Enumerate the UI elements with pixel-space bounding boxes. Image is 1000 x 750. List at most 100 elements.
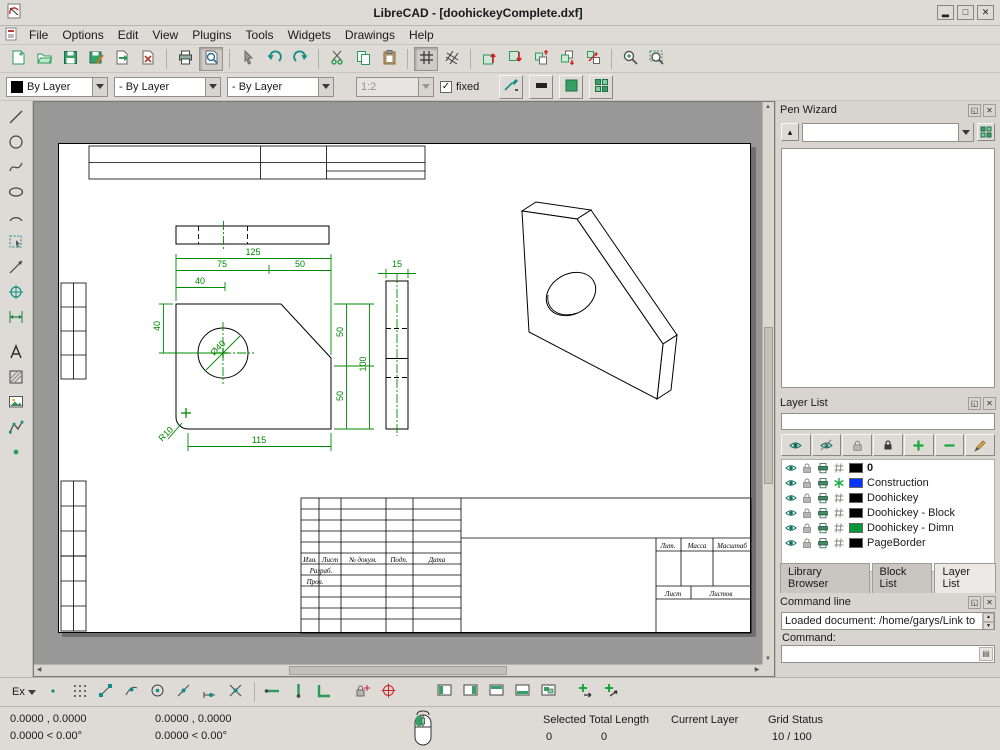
pen-wizard-combo[interactable] xyxy=(802,123,974,142)
set-relative-zero-button[interactable] xyxy=(377,680,401,704)
pen-preview-button[interactable] xyxy=(529,75,553,99)
text-tool-button[interactable] xyxy=(3,341,29,365)
layer-row[interactable]: Doohickey xyxy=(782,490,994,505)
insert-relative-point-button[interactable] xyxy=(575,680,599,704)
titlebar[interactable]: LibreCAD - [doohickeyComplete.dxf] ▂ □ ✕ xyxy=(0,0,1000,26)
history-spinner[interactable]: ▲▼ xyxy=(982,613,994,629)
close-dock-icon[interactable]: ✕ xyxy=(983,104,996,117)
layer-construction-icon[interactable] xyxy=(833,522,845,534)
layer-lock-icon[interactable] xyxy=(801,492,813,504)
polyline-tool-button[interactable] xyxy=(3,416,29,440)
ellipse-tool-button[interactable] xyxy=(3,181,29,205)
layer-lock-icon[interactable] xyxy=(801,477,813,489)
layer-visible-icon[interactable] xyxy=(785,462,797,474)
restrict-horizontal-button[interactable] xyxy=(261,680,285,704)
keyboard-icon[interactable]: ▤ xyxy=(979,647,993,661)
selection-pointer-button[interactable] xyxy=(236,47,260,71)
tab-layer-list[interactable]: Layer List xyxy=(934,563,996,593)
snap-intersection-button[interactable] xyxy=(224,680,248,704)
cut-button[interactable] xyxy=(325,47,349,71)
layer-lock-icon[interactable] xyxy=(801,507,813,519)
menu-view[interactable]: View xyxy=(145,27,185,43)
undo-button[interactable] xyxy=(262,47,286,71)
float-dock-icon[interactable]: ◱ xyxy=(968,596,981,609)
float-dock-icon[interactable]: ◱ xyxy=(968,104,981,117)
point-tool-button[interactable] xyxy=(3,441,29,465)
layer-construction-icon[interactable] xyxy=(833,507,845,519)
zoom-in-button[interactable] xyxy=(618,47,642,71)
drawing-canvas[interactable]: 125 75 50 40 40 115 50 50 100 15 Ø40 R10 xyxy=(34,102,764,666)
layer-color-swatch[interactable] xyxy=(849,508,863,518)
pen-linetype-combo[interactable]: - By Layer xyxy=(227,77,334,97)
spline-tool-button[interactable] xyxy=(3,156,29,180)
lock-relative-zero-button[interactable] xyxy=(351,680,375,704)
tab-block-list[interactable]: Block List xyxy=(872,563,933,593)
layer-construction-icon[interactable] xyxy=(833,492,845,504)
menu-widgets[interactable]: Widgets xyxy=(281,27,338,43)
command-input-field[interactable] xyxy=(782,646,979,662)
fixed-checkbox-group[interactable]: ✓ fixed xyxy=(440,81,479,93)
exclusive-snap-dropdown[interactable]: Ex xyxy=(8,682,40,702)
drawing-viewport[interactable]: 125 75 50 40 40 115 50 50 100 15 Ø40 R10 xyxy=(33,101,775,677)
layer-print-icon[interactable] xyxy=(817,462,829,474)
select-tool-button[interactable] xyxy=(3,231,29,255)
pen-wizard-list[interactable] xyxy=(781,148,995,388)
layer-print-icon[interactable] xyxy=(817,522,829,534)
hide-all-layers-button[interactable] xyxy=(812,434,842,456)
snap-free-button[interactable] xyxy=(42,680,66,704)
new-file-button[interactable] xyxy=(6,47,30,71)
restrict-orthogonal-button[interactable] xyxy=(313,680,337,704)
layer-row[interactable]: Doohickey - Dimn xyxy=(782,520,994,535)
copy-button[interactable] xyxy=(351,47,375,71)
snap-middle-button[interactable] xyxy=(172,680,196,704)
horizontal-scroll-thumb[interactable] xyxy=(289,666,507,675)
command-input[interactable]: ▤ xyxy=(781,645,995,663)
paste-button[interactable] xyxy=(377,47,401,71)
circle-tool-button[interactable] xyxy=(3,131,29,155)
toggle-top-dock-button[interactable] xyxy=(485,680,509,704)
command-history[interactable]: Loaded document: /home/garys/Link to ▲▼ xyxy=(781,612,995,630)
toggle-bottom-dock-button[interactable] xyxy=(511,680,535,704)
remove-layer-button[interactable] xyxy=(935,434,965,456)
menu-drawings[interactable]: Drawings xyxy=(338,27,402,43)
order-bottom-button[interactable] xyxy=(503,47,527,71)
scroll-up-arrow[interactable]: ▲ xyxy=(763,102,773,112)
layer-color-swatch[interactable] xyxy=(849,538,863,548)
apply-pen-button[interactable] xyxy=(499,75,523,99)
fixed-checkbox[interactable]: ✓ xyxy=(440,81,452,93)
layer-filter-input[interactable] xyxy=(781,413,995,430)
layer-list-header[interactable]: Layer List ◱ ✕ xyxy=(776,394,1000,412)
layer-color-swatch[interactable] xyxy=(849,463,863,473)
add-layer-button[interactable] xyxy=(904,434,934,456)
save-button[interactable] xyxy=(58,47,82,71)
order-lower-button[interactable] xyxy=(555,47,579,71)
layer-visible-icon[interactable] xyxy=(785,492,797,504)
minimize-button[interactable]: ▂ xyxy=(937,5,954,20)
order-raise-button[interactable] xyxy=(529,47,553,71)
pen-wizard-header[interactable]: Pen Wizard ◱ ✕ xyxy=(776,101,1000,119)
layer-print-icon[interactable] xyxy=(817,492,829,504)
layer-print-icon[interactable] xyxy=(817,537,829,549)
toggle-right-dock-button[interactable] xyxy=(459,680,483,704)
show-all-layers-button[interactable] xyxy=(781,434,811,456)
command-line-header[interactable]: Command line ◱ ✕ xyxy=(776,593,1000,611)
menu-options[interactable]: Options xyxy=(55,27,110,43)
maximize-button[interactable]: □ xyxy=(957,5,974,20)
layer-visible-icon[interactable] xyxy=(785,522,797,534)
pen-palette-button[interactable] xyxy=(589,75,613,99)
horizontal-scrollbar[interactable]: ◀ ▶ xyxy=(34,664,762,676)
pen-wizard-mode-button[interactable]: ▴ xyxy=(781,123,799,141)
scroll-right-arrow[interactable]: ▶ xyxy=(752,665,762,675)
layer-construction-icon[interactable] xyxy=(833,537,845,549)
scroll-down-arrow[interactable]: ▼ xyxy=(763,654,773,664)
layer-construction-icon[interactable] xyxy=(833,477,845,489)
layer-lock-icon[interactable] xyxy=(801,522,813,534)
float-dock-icon[interactable]: ◱ xyxy=(968,397,981,410)
close-drawing-button[interactable] xyxy=(136,47,160,71)
zoom-auto-button[interactable] xyxy=(644,47,668,71)
layer-lock-icon[interactable] xyxy=(801,462,813,474)
unlock-all-layers-button[interactable] xyxy=(842,434,872,456)
layer-row[interactable]: 0 xyxy=(782,460,994,475)
layer-row[interactable]: PageBorder xyxy=(782,535,994,550)
layer-visible-icon[interactable] xyxy=(785,507,797,519)
